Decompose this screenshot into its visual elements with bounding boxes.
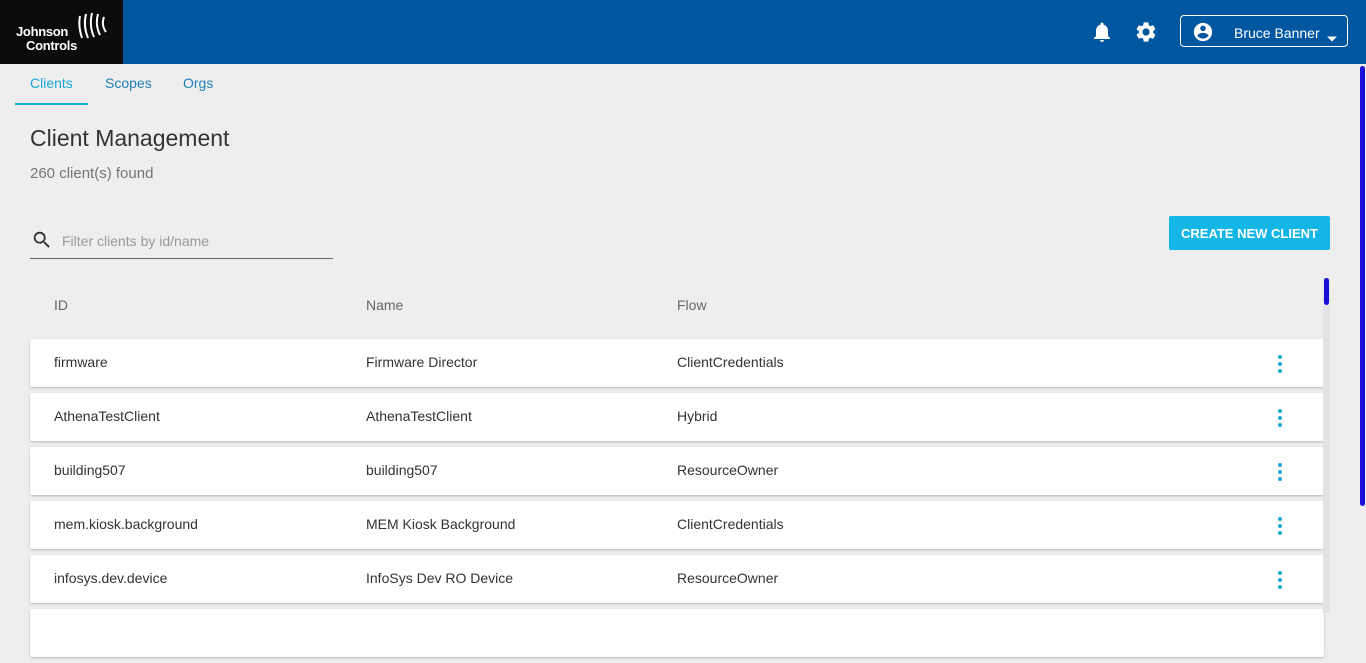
user-name: Bruce Banner [1234,25,1320,41]
column-header-name[interactable]: Name [366,297,403,313]
client-flow: ResourceOwner [677,462,779,478]
table-scrollbar-thumb[interactable] [1324,278,1329,305]
logo-text-line2: Controls [26,38,78,53]
client-name: MEM Kiosk Background [366,516,516,532]
client-name: building507 [366,462,438,478]
client-list: firmware Firmware Director ClientCredent… [30,339,1324,663]
table-row[interactable]: AthenaTestClient AthenaTestClient Hybrid [30,393,1324,441]
logo-mark-icon [78,12,107,39]
top-app-bar: Johnson Controls Bruce Banner [0,0,1366,64]
column-header-flow[interactable]: Flow [677,297,707,313]
search-icon [33,231,50,248]
client-id: building507 [54,462,126,478]
client-id: mem.kiosk.background [54,516,198,532]
search-field [30,224,333,259]
column-header-id[interactable]: ID [54,297,68,313]
client-name: InfoSys Dev RO Device [366,570,514,586]
account-circle-icon [1192,21,1214,48]
table-scrollbar-track[interactable] [1323,278,1330,613]
tab-orgs[interactable]: Orgs [183,75,213,91]
create-new-client-button[interactable]: CREATE NEW CLIENT [1169,216,1330,250]
client-count: 260 client(s) found [30,165,154,182]
johnson-controls-logo[interactable]: Johnson Controls [0,0,123,64]
tab-scopes[interactable]: Scopes [105,75,152,91]
client-name: Firmware Director [366,354,478,370]
active-tab-indicator [15,103,88,105]
more-vert-icon[interactable] [1270,407,1290,429]
page-title: Client Management [30,125,230,151]
client-id: infosys.dev.device [54,570,168,586]
caret-down-icon [1327,29,1337,47]
table-row[interactable]: firmware Firmware Director ClientCredent… [30,339,1324,387]
client-name: AthenaTestClient [366,408,472,424]
client-flow: ClientCredentials [677,516,784,532]
page-scrollbar-thumb[interactable] [1360,66,1365,506]
more-vert-icon[interactable] [1270,515,1290,537]
more-vert-icon[interactable] [1270,569,1290,591]
table-row[interactable]: mem.kiosk.background MEM Kiosk Backgroun… [30,501,1324,549]
table-row-partial[interactable] [30,609,1324,657]
logo-text-line1: Johnson [16,24,69,39]
user-menu-button[interactable]: Bruce Banner [1180,15,1348,47]
more-vert-icon[interactable] [1270,461,1290,483]
client-flow: ResourceOwner [677,570,779,586]
notifications-icon[interactable] [1090,20,1114,44]
more-vert-icon[interactable] [1270,353,1290,375]
client-flow: Hybrid [677,408,718,424]
settings-icon[interactable] [1134,20,1158,44]
tab-clients[interactable]: Clients [30,75,73,91]
client-id: firmware [54,354,108,370]
client-id: AthenaTestClient [54,408,160,424]
table-row[interactable]: infosys.dev.device InfoSys Dev RO Device… [30,555,1324,603]
client-flow: ClientCredentials [677,354,784,370]
search-input[interactable] [60,230,329,252]
table-row[interactable]: building507 building507 ResourceOwner [30,447,1324,495]
